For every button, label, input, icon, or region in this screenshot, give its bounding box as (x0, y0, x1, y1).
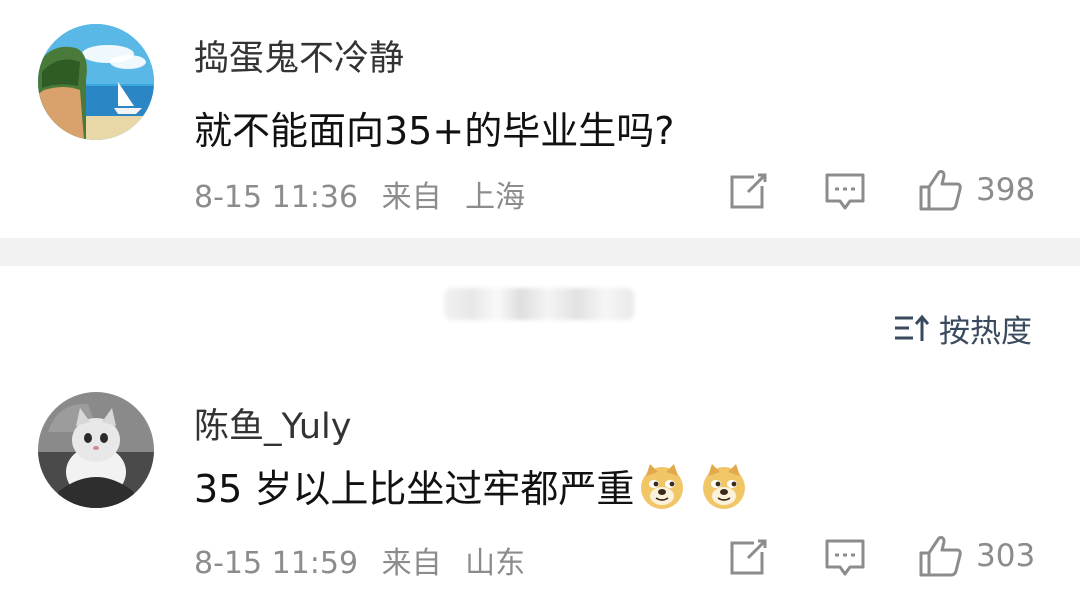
blurred-header (444, 288, 634, 320)
comment-text-body: 就不能面向35+的毕业生吗? (194, 109, 675, 153)
comment-meta: 8-15 11:36 来自 上海 (194, 172, 539, 216)
location: 山东 (465, 546, 526, 581)
timestamp: 8-15 11:59 (194, 546, 359, 581)
comment-text-body: 35 岁以上比坐过牢都严重 (194, 467, 635, 511)
sort-label: 按热度 (939, 314, 1032, 350)
share-button[interactable] (728, 538, 768, 576)
section-divider (0, 238, 1080, 266)
user-avatar[interactable] (38, 24, 154, 140)
location: 上海 (465, 180, 526, 215)
doge-emoji-icon (700, 462, 748, 510)
thumbs-up-icon (919, 536, 962, 577)
sort-toggle[interactable]: 按热度 (893, 306, 1032, 351)
source-prefix: 来自 (381, 546, 442, 581)
sort-icon (895, 314, 930, 341)
like-button[interactable]: 303 (918, 534, 1035, 578)
comment-meta: 8-15 11:59 来自 山东 (194, 538, 539, 582)
username[interactable]: 捣蛋鬼不冷静 (194, 30, 404, 81)
comment-text: 就不能面向35+的毕业生吗? (194, 100, 674, 155)
comment-item: 陈鱼_Yuly 35 岁以上比坐过牢都严重 8-15 11:59 来自 山东 3… (0, 370, 1080, 600)
like-count: 303 (976, 538, 1036, 574)
user-avatar[interactable] (38, 392, 154, 508)
source-prefix: 来自 (381, 180, 442, 215)
comment-text: 35 岁以上比坐过牢都严重 (194, 458, 748, 513)
like-count: 398 (976, 172, 1036, 208)
thumbs-up-icon (919, 170, 962, 211)
share-button[interactable] (728, 172, 768, 210)
share-icon (730, 539, 767, 575)
username[interactable]: 陈鱼_Yuly (194, 398, 351, 449)
doge-emoji-icon (638, 462, 686, 510)
share-icon (730, 173, 767, 209)
comment-item: 捣蛋鬼不冷静 就不能面向35+的毕业生吗? 8-15 11:36 来自 上海 3… (0, 0, 1080, 238)
reply-button[interactable] (824, 172, 866, 212)
reply-button[interactable] (824, 538, 866, 578)
comment-icon (825, 539, 865, 576)
cat-avatar (38, 392, 154, 508)
sailboat-sky-avatar (38, 24, 154, 140)
timestamp: 8-15 11:36 (194, 180, 359, 215)
like-button[interactable]: 398 (918, 168, 1035, 212)
comment-icon (825, 173, 865, 210)
